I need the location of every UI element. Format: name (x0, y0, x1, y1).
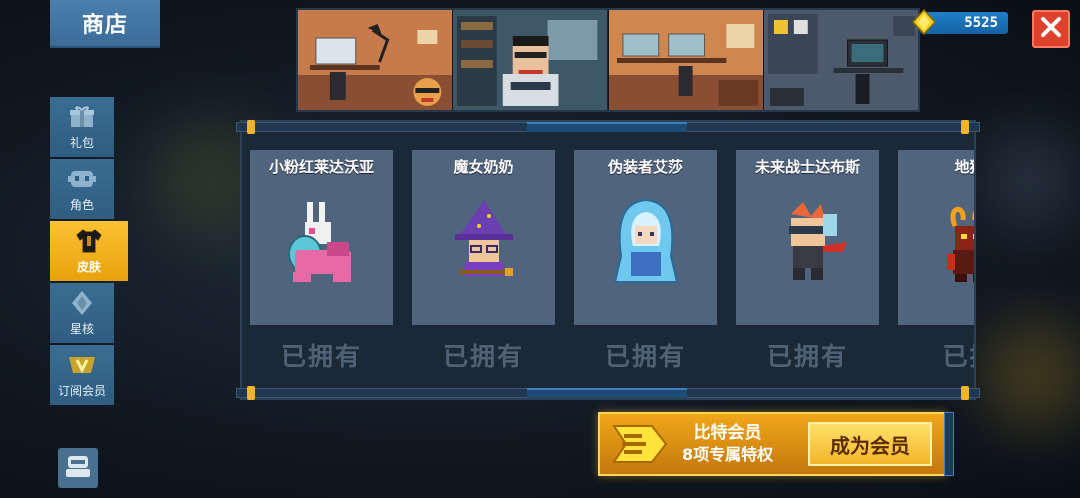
tab-label: 角色 (69, 197, 94, 212)
owned-status: 已拥有 (280, 342, 362, 371)
skin-name: 魔女奶奶 (453, 158, 514, 176)
banner-carousel[interactable] (296, 8, 920, 112)
vip-title: 比特会员 (693, 423, 762, 443)
character-icon (67, 166, 97, 192)
skin-card[interactable]: 魔女奶奶 已拥有 (412, 150, 555, 386)
bg-glow (980, 130, 1080, 230)
tab-subscription[interactable]: 订阅会员 (50, 345, 114, 405)
currency-amount: 5525 (964, 15, 998, 31)
skin-art-witch-grandma (454, 200, 513, 276)
category-tabs: 礼包 角色 皮肤 星核 订阅会员 (50, 97, 128, 407)
skin-art-hell-demon (946, 207, 974, 282)
avatar-icon (64, 453, 92, 483)
skin-card-list[interactable]: 小粉红莱达沃亚 已拥有 魔女奶奶 已拥有 伪装者艾莎 已拥有 未来战士达布斯 已… (250, 150, 974, 386)
banner-slide[interactable] (763, 10, 918, 110)
owned-status: 已拥有 (442, 342, 524, 371)
skin-art-pink-rabbit-mech (287, 202, 351, 282)
star-core-icon (67, 290, 97, 316)
skin-card[interactable]: 伪装者艾莎 已拥有 (574, 150, 717, 386)
tab-label: 皮肤 (76, 259, 101, 274)
owned-status: 已拥有 (766, 342, 848, 371)
vip-badge-icon (608, 416, 672, 472)
vip-badge-icon (67, 352, 97, 378)
panel-bottom-rail (236, 386, 980, 400)
banner-slide[interactable] (298, 10, 454, 110)
close-button[interactable] (1032, 10, 1070, 48)
tab-label: 礼包 (69, 135, 94, 150)
banner-slide[interactable] (453, 10, 609, 110)
skin-art-hooded-ice-mage (613, 198, 678, 283)
owned-status: 已拥有 (604, 342, 686, 371)
skin-name: 小粉红莱达沃亚 (268, 158, 374, 176)
panel-top-rail (236, 120, 980, 134)
owned-status: 已拥 (942, 342, 974, 371)
bg-glow (980, 320, 1080, 430)
tab-star-core[interactable]: 星核 (50, 283, 114, 343)
shop-title: 商店 (50, 0, 160, 48)
skin-card[interactable]: 未来战士达布斯 已拥有 (736, 150, 879, 386)
tab-label: 订阅会员 (57, 383, 106, 398)
skin-card[interactable]: 地狱 已拥 (898, 150, 974, 386)
skin-name: 地狱 (954, 158, 974, 176)
avatar-button[interactable] (58, 448, 98, 488)
vip-frame-edge (944, 412, 954, 476)
tab-skin[interactable]: 皮肤 (50, 221, 128, 281)
currency-display[interactable]: 5525 (911, 8, 1008, 36)
vip-subtitle: 8项专属特权 (682, 445, 774, 464)
skin-shirt-icon (74, 228, 104, 254)
banner-slide[interactable] (608, 10, 764, 110)
become-member-button[interactable]: 成为会员 (808, 422, 932, 466)
skin-art-future-warrior (788, 202, 847, 280)
tab-gift[interactable]: 礼包 (50, 97, 114, 157)
tab-character[interactable]: 角色 (50, 159, 114, 219)
gift-icon (67, 104, 97, 130)
close-icon (1040, 16, 1062, 42)
tab-label: 星核 (69, 321, 94, 336)
skin-name: 未来战士达布斯 (754, 158, 860, 176)
skin-name: 伪装者艾莎 (607, 158, 683, 176)
vip-banner[interactable]: 比特会员 8项专属特权 成为会员 (598, 412, 946, 476)
gem-icon (911, 8, 937, 36)
skin-card[interactable]: 小粉红莱达沃亚 已拥有 (250, 150, 393, 386)
